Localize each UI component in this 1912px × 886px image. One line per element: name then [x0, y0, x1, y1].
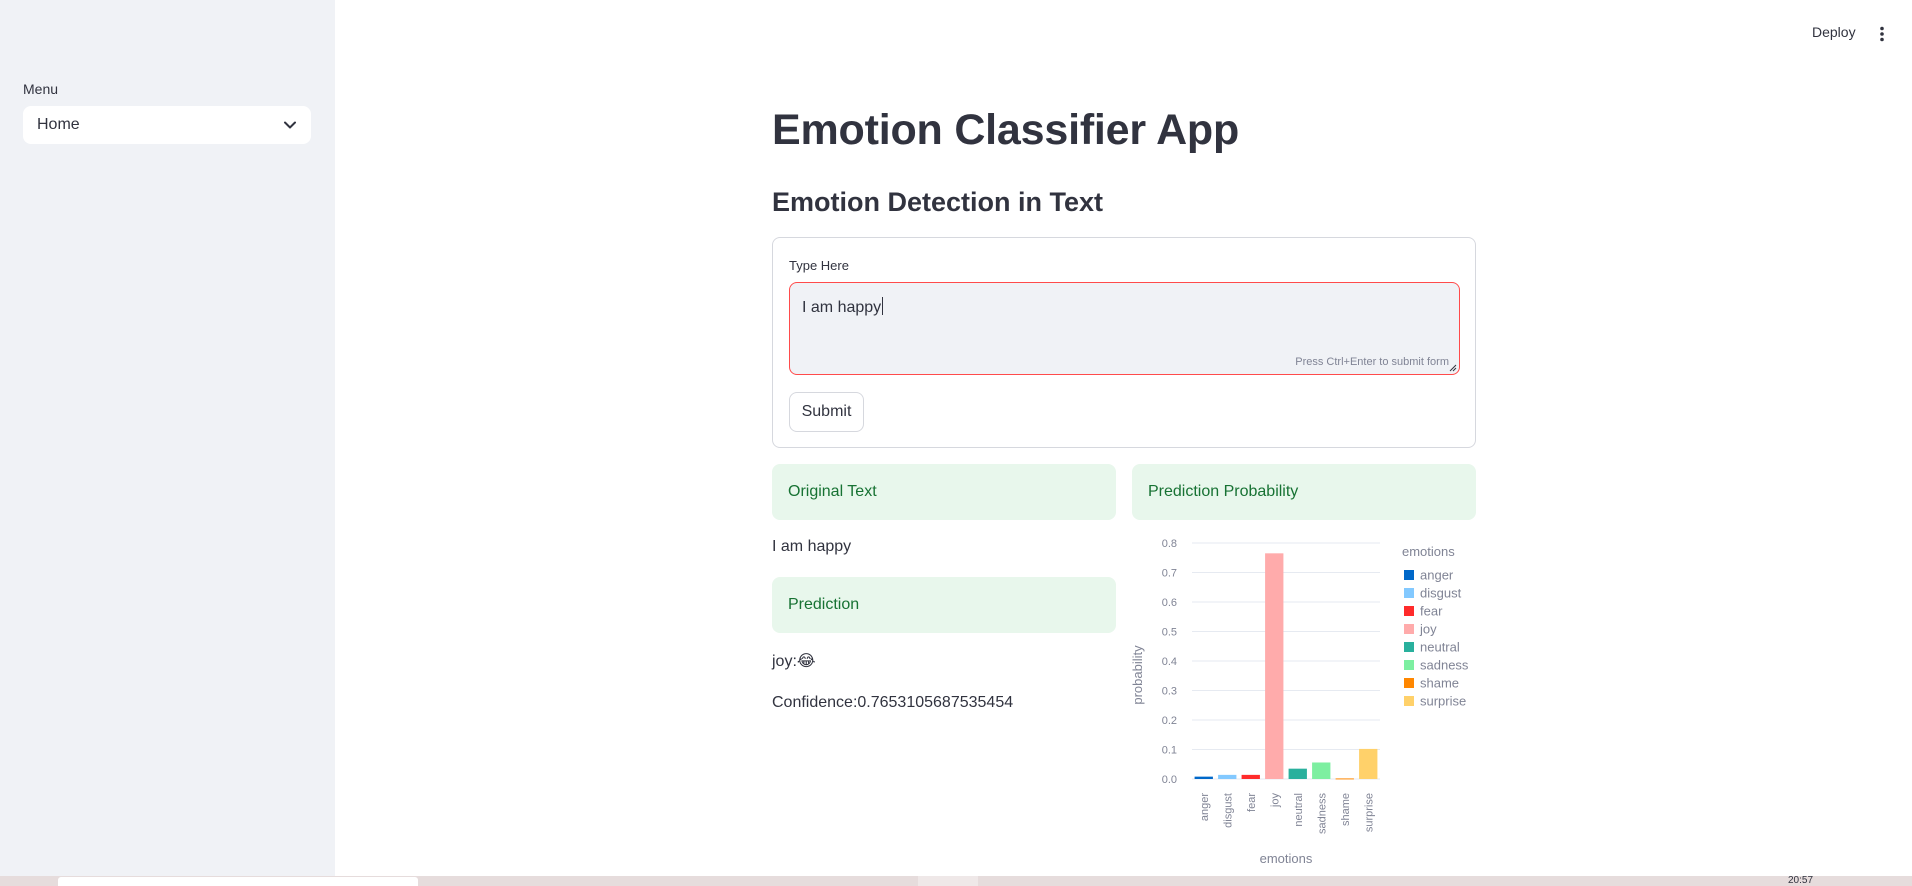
menu-select[interactable]: Home — [23, 106, 311, 144]
deploy-button[interactable]: Deploy — [1812, 24, 1856, 40]
legend-swatch — [1404, 588, 1414, 598]
bar-joy — [1265, 553, 1284, 779]
prediction-probability-header: Prediction Probability — [1132, 464, 1476, 520]
legend-title: emotions — [1402, 544, 1455, 559]
chevron-down-icon — [284, 121, 296, 129]
legend-label-joy: joy — [1419, 622, 1437, 637]
y-tick-label: 0.6 — [1162, 597, 1177, 609]
bar-surprise — [1359, 748, 1378, 779]
legend-label-sadness: sadness — [1420, 658, 1469, 673]
legend-swatch — [1404, 696, 1414, 706]
x-tick-label: fear — [1246, 793, 1258, 812]
legend-label-surprise: surprise — [1420, 694, 1466, 709]
bar-disgust — [1218, 774, 1237, 779]
legend-swatch — [1404, 678, 1414, 688]
bar-sadness — [1312, 762, 1331, 779]
menu-select-value: Home — [37, 116, 80, 133]
x-tick-label: surprise — [1363, 793, 1375, 832]
x-tick-label: anger — [1199, 793, 1211, 821]
taskbar-window[interactable] — [58, 877, 418, 886]
x-tick-label: disgust — [1222, 793, 1234, 828]
taskbar-clock: 20:57 — [1788, 876, 1814, 886]
bar-shame — [1335, 778, 1354, 780]
text-input-label: Type Here — [789, 258, 849, 273]
original-text-value: I am happy — [772, 538, 852, 555]
resize-grip-icon[interactable] — [1449, 364, 1457, 372]
prediction-probability-header-label: Prediction Probability — [1148, 483, 1299, 500]
page-title: Emotion Classifier App — [772, 106, 1240, 154]
submit-hint: Press Ctrl+Enter to submit form — [1295, 356, 1449, 368]
bar-fear — [1241, 774, 1260, 779]
legend-swatch — [1404, 570, 1414, 580]
y-tick-label: 0.4 — [1162, 656, 1177, 668]
bar-neutral — [1288, 768, 1307, 779]
legend-label-shame: shame — [1420, 676, 1459, 691]
x-tick-label: neutral — [1293, 793, 1305, 827]
legend-label-neutral: neutral — [1420, 640, 1460, 655]
y-tick-label: 0.7 — [1162, 568, 1177, 580]
legend-label-fear: fear — [1420, 604, 1443, 619]
y-tick-label: 0.5 — [1162, 627, 1177, 639]
y-tick-label: 0.2 — [1162, 715, 1177, 727]
taskbar-segment[interactable] — [918, 876, 978, 886]
legend-label-anger: anger — [1420, 568, 1454, 583]
prediction-value: joy:😂 — [772, 653, 816, 670]
x-tick-label: shame — [1340, 793, 1352, 826]
original-text-header-label: Original Text — [788, 483, 877, 500]
y-tick-label: 0.0 — [1162, 774, 1177, 786]
emotion-form: Type Here I am happy Press Ctrl+Enter to… — [772, 237, 1476, 448]
x-tick-label: sadness — [1316, 793, 1328, 834]
legend-label-disgust: disgust — [1420, 586, 1462, 601]
x-tick-label: joy — [1269, 793, 1281, 809]
sidebar: Menu Home — [0, 0, 335, 876]
y-tick-label: 0.1 — [1162, 745, 1177, 757]
vertical-ellipsis-icon[interactable] — [1870, 22, 1894, 46]
prediction-header-label: Prediction — [788, 596, 860, 613]
original-text-header: Original Text — [772, 464, 1116, 520]
prediction-header: Prediction — [772, 577, 1116, 633]
y-tick-label: 0.8 — [1162, 538, 1177, 550]
legend-swatch — [1404, 624, 1414, 634]
confidence-value: Confidence:0.7653105687535454 — [772, 694, 1014, 711]
taskbar: 20:57 — [0, 876, 1912, 886]
text-input-value: I am happy — [802, 299, 882, 316]
y-tick-label: 0.3 — [1162, 686, 1177, 698]
probability-bar-chart: 0.0 0.1 0.2 0.3 0.4 0.5 0.6 0.7 0.8 anger disgust f… — [1130, 538, 1469, 866]
page-subtitle: Emotion Detection in Text — [772, 187, 1104, 217]
x-axis-title: emotions — [1260, 851, 1313, 866]
y-axis-title: probability — [1130, 645, 1145, 705]
text-caret — [882, 297, 884, 315]
legend-swatch — [1404, 606, 1414, 616]
legend-swatch — [1404, 642, 1414, 652]
bar-anger — [1194, 776, 1213, 779]
legend-swatch — [1404, 660, 1414, 670]
submit-button[interactable]: Submit — [789, 392, 864, 432]
text-input[interactable]: I am happy Press Ctrl+Enter to submit fo… — [789, 282, 1460, 375]
menu-label: Menu — [23, 81, 59, 97]
